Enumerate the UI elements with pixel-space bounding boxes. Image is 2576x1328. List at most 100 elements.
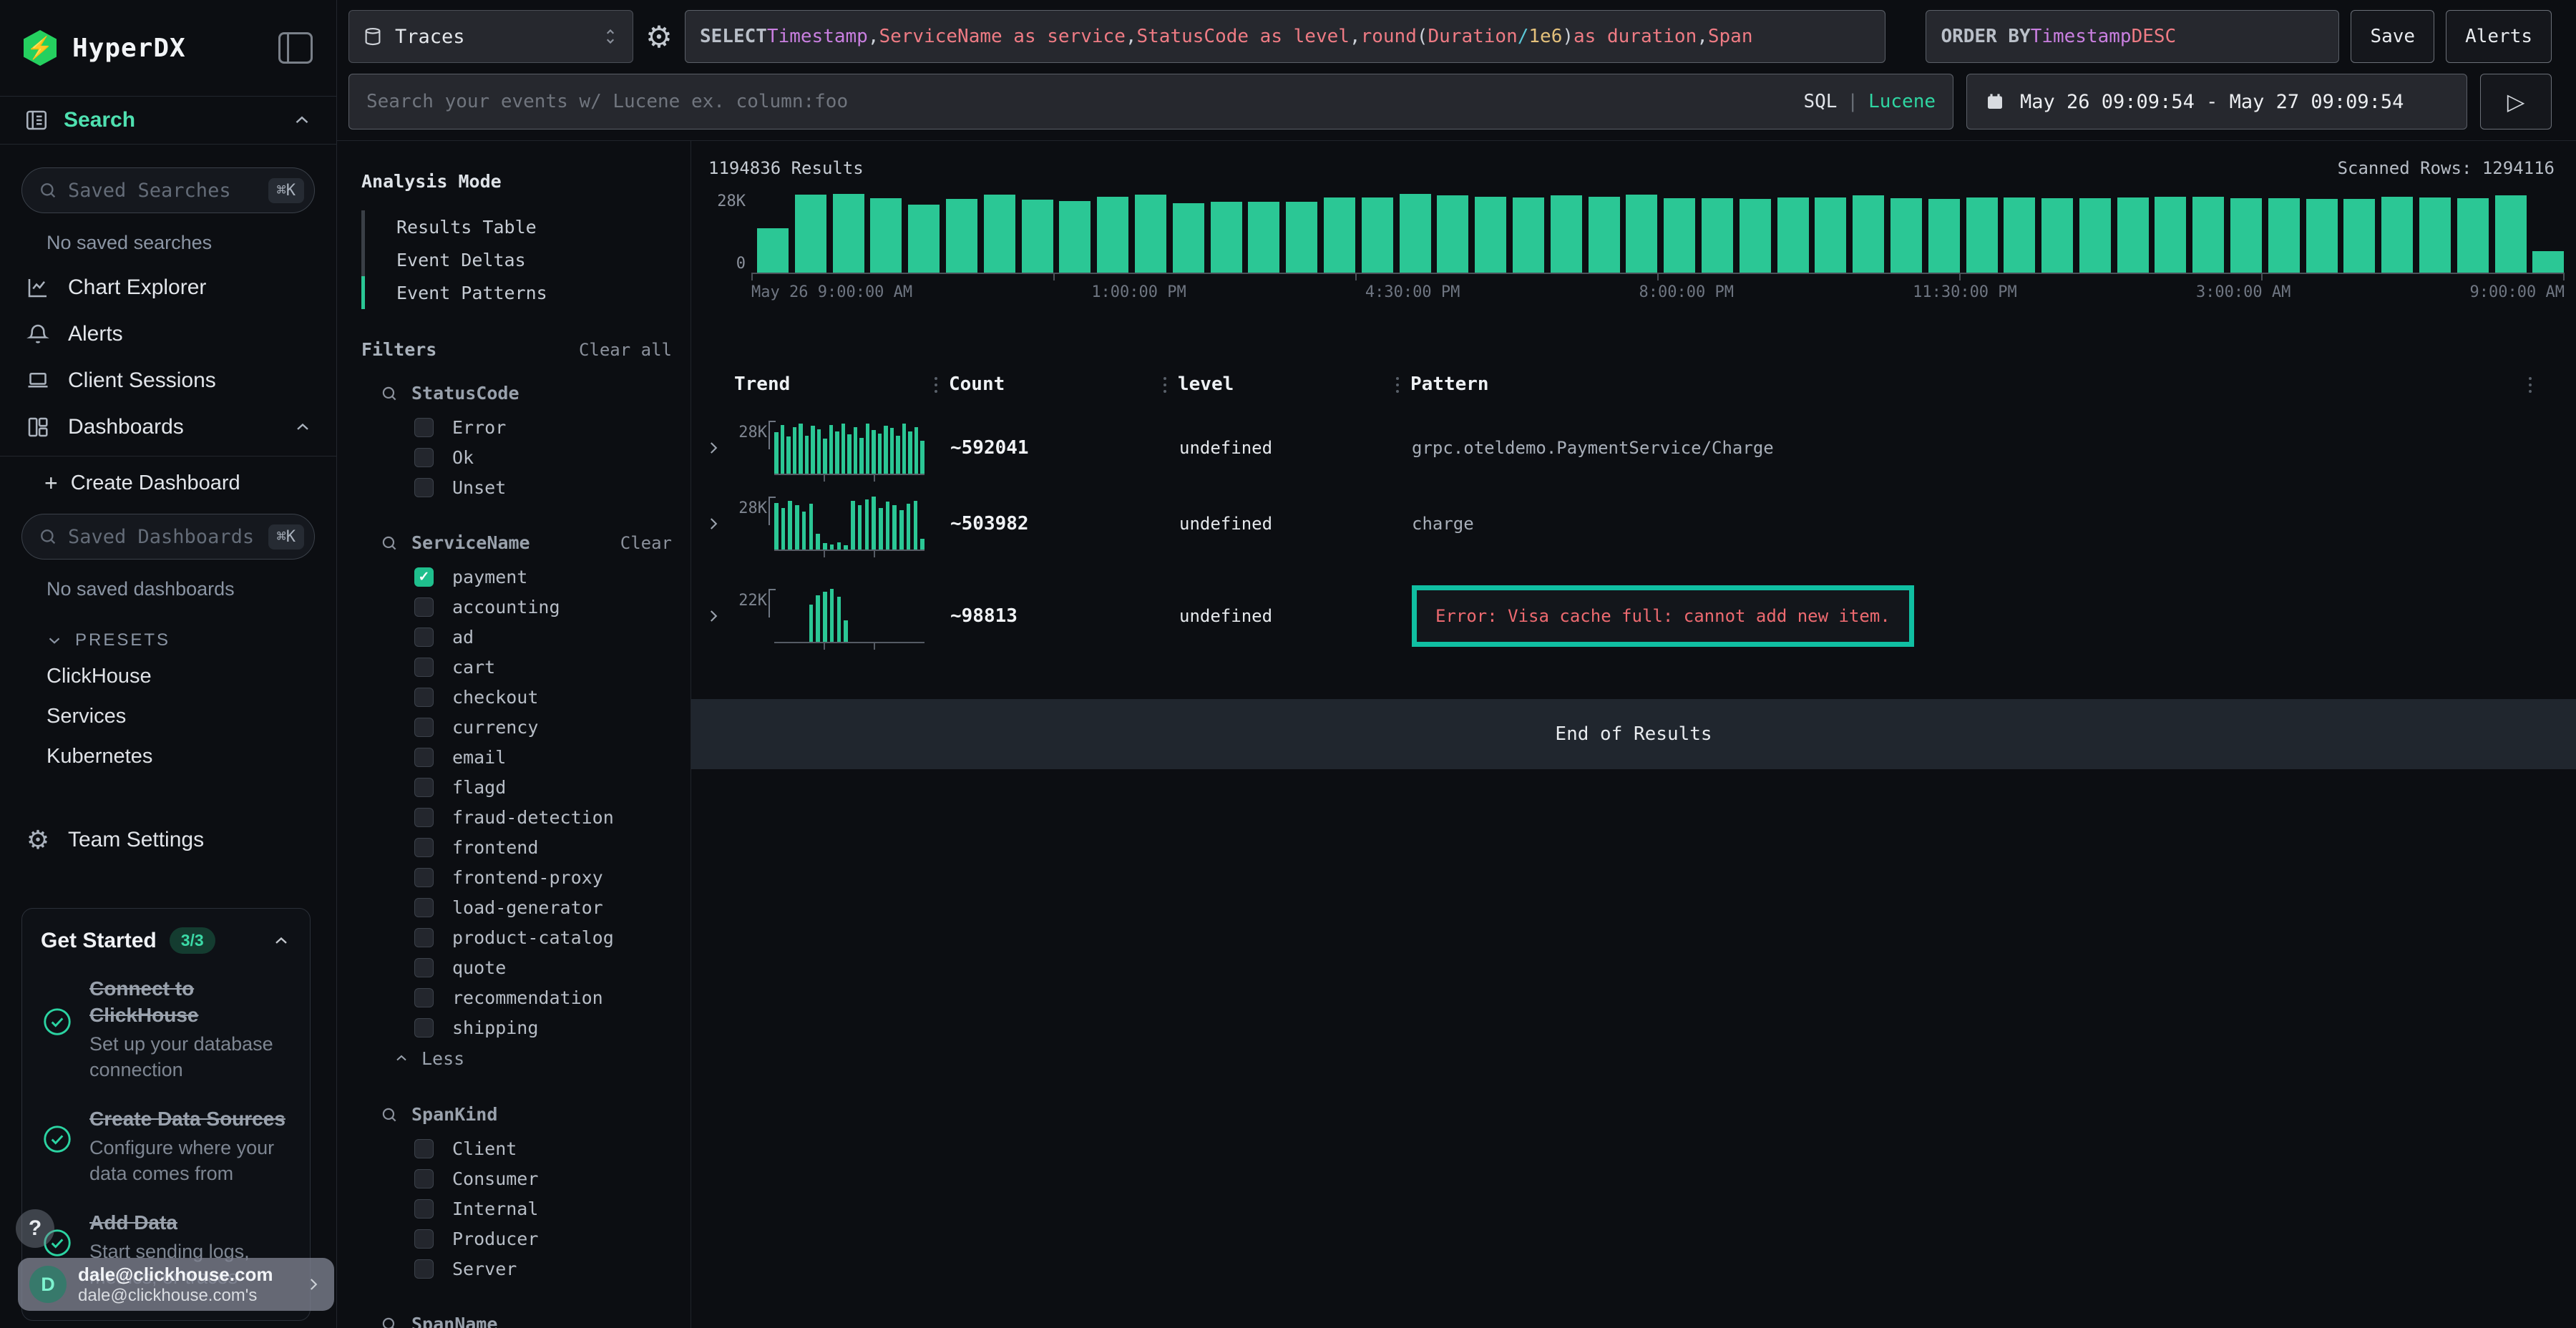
checkbox[interactable] [414,418,434,437]
checkbox[interactable] [414,868,434,887]
checkbox[interactable] [414,838,434,857]
search-input[interactable]: Search your events w/ Lucene ex. column:… [348,74,1953,130]
histogram-bar[interactable] [1248,202,1279,273]
histogram-bar[interactable] [1589,197,1620,273]
table-options[interactable] [2529,376,2557,393]
filter-option[interactable]: checkout [361,682,672,712]
histogram-bar[interactable] [1135,195,1166,273]
sidebar-item-dashboards[interactable]: Dashboards [0,404,336,450]
sidebar-item-preset[interactable]: Kubernetes [0,736,336,776]
histogram-bar[interactable] [1286,202,1317,273]
histogram-bar[interactable] [2419,197,2451,273]
histogram-bars[interactable] [751,192,2565,274]
table-row[interactable]: 28K~592041undefinedgrpc.oteldemo.Payment… [698,411,2557,484]
filter-option[interactable]: shipping [361,1012,672,1043]
histogram-bar[interactable] [795,195,826,273]
histogram-bar[interactable] [1626,195,1657,273]
histogram-bar[interactable] [1324,197,1355,273]
filter-option[interactable]: product-catalog [361,922,672,952]
column-header-level[interactable]: level [1163,374,1396,395]
checkbox[interactable] [414,958,434,977]
histogram-bar[interactable] [2343,199,2375,273]
sidebar-item-chart-explorer[interactable]: Chart Explorer [0,264,336,311]
table-row[interactable]: 22K~98813undefinedError: Visa cache full… [698,563,2557,669]
checkbox[interactable] [414,628,434,647]
chevron-up-icon[interactable] [271,931,291,951]
histogram-bar[interactable] [946,199,977,273]
filter-option[interactable]: email [361,742,672,772]
column-grip-icon[interactable] [2529,376,2532,393]
column-grip-icon[interactable] [935,376,937,393]
histogram-bar[interactable] [1551,195,1582,273]
sidebar-item-client-sessions[interactable]: Client Sessions [0,357,336,404]
histogram-bar[interactable] [908,205,940,273]
histogram-bar[interactable] [1890,198,1922,273]
filter-option[interactable]: quote [361,952,672,982]
column-grip-icon[interactable] [1163,376,1166,393]
presets-toggle[interactable]: PRESETS [45,630,336,650]
analysis-mode-item[interactable]: Results Table [361,210,672,243]
filter-option[interactable]: Producer [361,1224,672,1254]
analysis-mode-item[interactable]: Event Deltas [361,243,672,276]
histogram-bar[interactable] [1059,201,1091,273]
filter-option[interactable]: Client [361,1133,672,1163]
checkbox[interactable] [414,688,434,707]
histogram-bar[interactable] [2268,198,2300,273]
search-icon[interactable] [380,1315,399,1328]
create-dashboard-button[interactable]: + Create Dashboard [0,462,336,504]
help-button[interactable]: ? [16,1209,54,1248]
save-button[interactable]: Save [2351,10,2434,63]
checkbox[interactable] [414,597,434,617]
row-expand-chevron[interactable] [698,607,734,625]
histogram-bar[interactable] [1966,197,1998,273]
filter-option[interactable]: ad [361,622,672,652]
checkbox[interactable] [414,748,434,767]
histogram-bar[interactable] [2041,198,2073,273]
column-header-trend[interactable]: Trend [734,374,935,395]
histogram-bar[interactable] [1475,197,1506,273]
checkbox[interactable] [414,778,434,797]
filter-option[interactable]: frontend [361,832,672,862]
sidebar-item-alerts[interactable]: Alerts [0,311,336,357]
histogram-bar[interactable] [2532,251,2564,273]
histogram-bar[interactable] [1928,199,1960,273]
histogram-bar[interactable] [2155,197,2186,273]
histogram-bar[interactable] [1853,195,1884,273]
language-toggle-lucene[interactable]: Lucene [1868,91,1936,112]
checkbox[interactable] [414,718,434,737]
column-header-count[interactable]: Count [935,374,1163,395]
filter-option[interactable]: Unset [361,472,672,502]
column-grip-icon[interactable] [1396,376,1399,393]
histogram-bar[interactable] [1173,203,1204,273]
clear-filter-button[interactable]: Clear [620,533,672,553]
checkbox[interactable] [414,988,434,1007]
checkbox[interactable] [414,898,434,917]
order-by-input[interactable]: ORDER BY Timestamp DESC [1926,10,2339,63]
histogram-bar[interactable] [1437,195,1468,273]
histogram-bar[interactable] [2117,197,2149,273]
histogram-bar[interactable] [1400,194,1431,273]
histogram-bar[interactable] [1702,198,1733,273]
checkbox[interactable] [414,448,434,467]
filter-option[interactable]: recommendation [361,982,672,1012]
date-range-picker[interactable]: May 26 09:09:54 - May 27 09:09:54 [1966,74,2467,130]
clear-all-button[interactable]: Clear all [579,340,672,360]
histogram-bar[interactable] [2004,197,2035,273]
sidebar-item-preset[interactable]: ClickHouse [0,656,336,696]
search-icon[interactable] [380,1105,399,1124]
column-header-pattern[interactable]: Pattern [1396,374,2529,395]
saved-searches-input[interactable]: Saved Searches ⌘K [21,167,315,213]
filter-option[interactable]: accounting [361,592,672,622]
histogram-bar[interactable] [2495,195,2527,273]
histogram-bar[interactable] [2306,199,2338,273]
sidebar-item-preset[interactable]: Services [0,696,336,736]
histogram-bar[interactable] [1740,199,1771,273]
sidebar-collapse-icon[interactable] [278,32,313,64]
histogram-bar[interactable] [1777,197,1809,273]
checkbox[interactable] [414,1229,434,1249]
alerts-button[interactable]: Alerts [2446,10,2552,63]
language-toggle-sql[interactable]: SQL [1803,91,1837,112]
histogram-bar[interactable] [1097,197,1128,273]
filter-option[interactable]: payment [361,562,672,592]
filter-option[interactable]: Internal [361,1193,672,1224]
